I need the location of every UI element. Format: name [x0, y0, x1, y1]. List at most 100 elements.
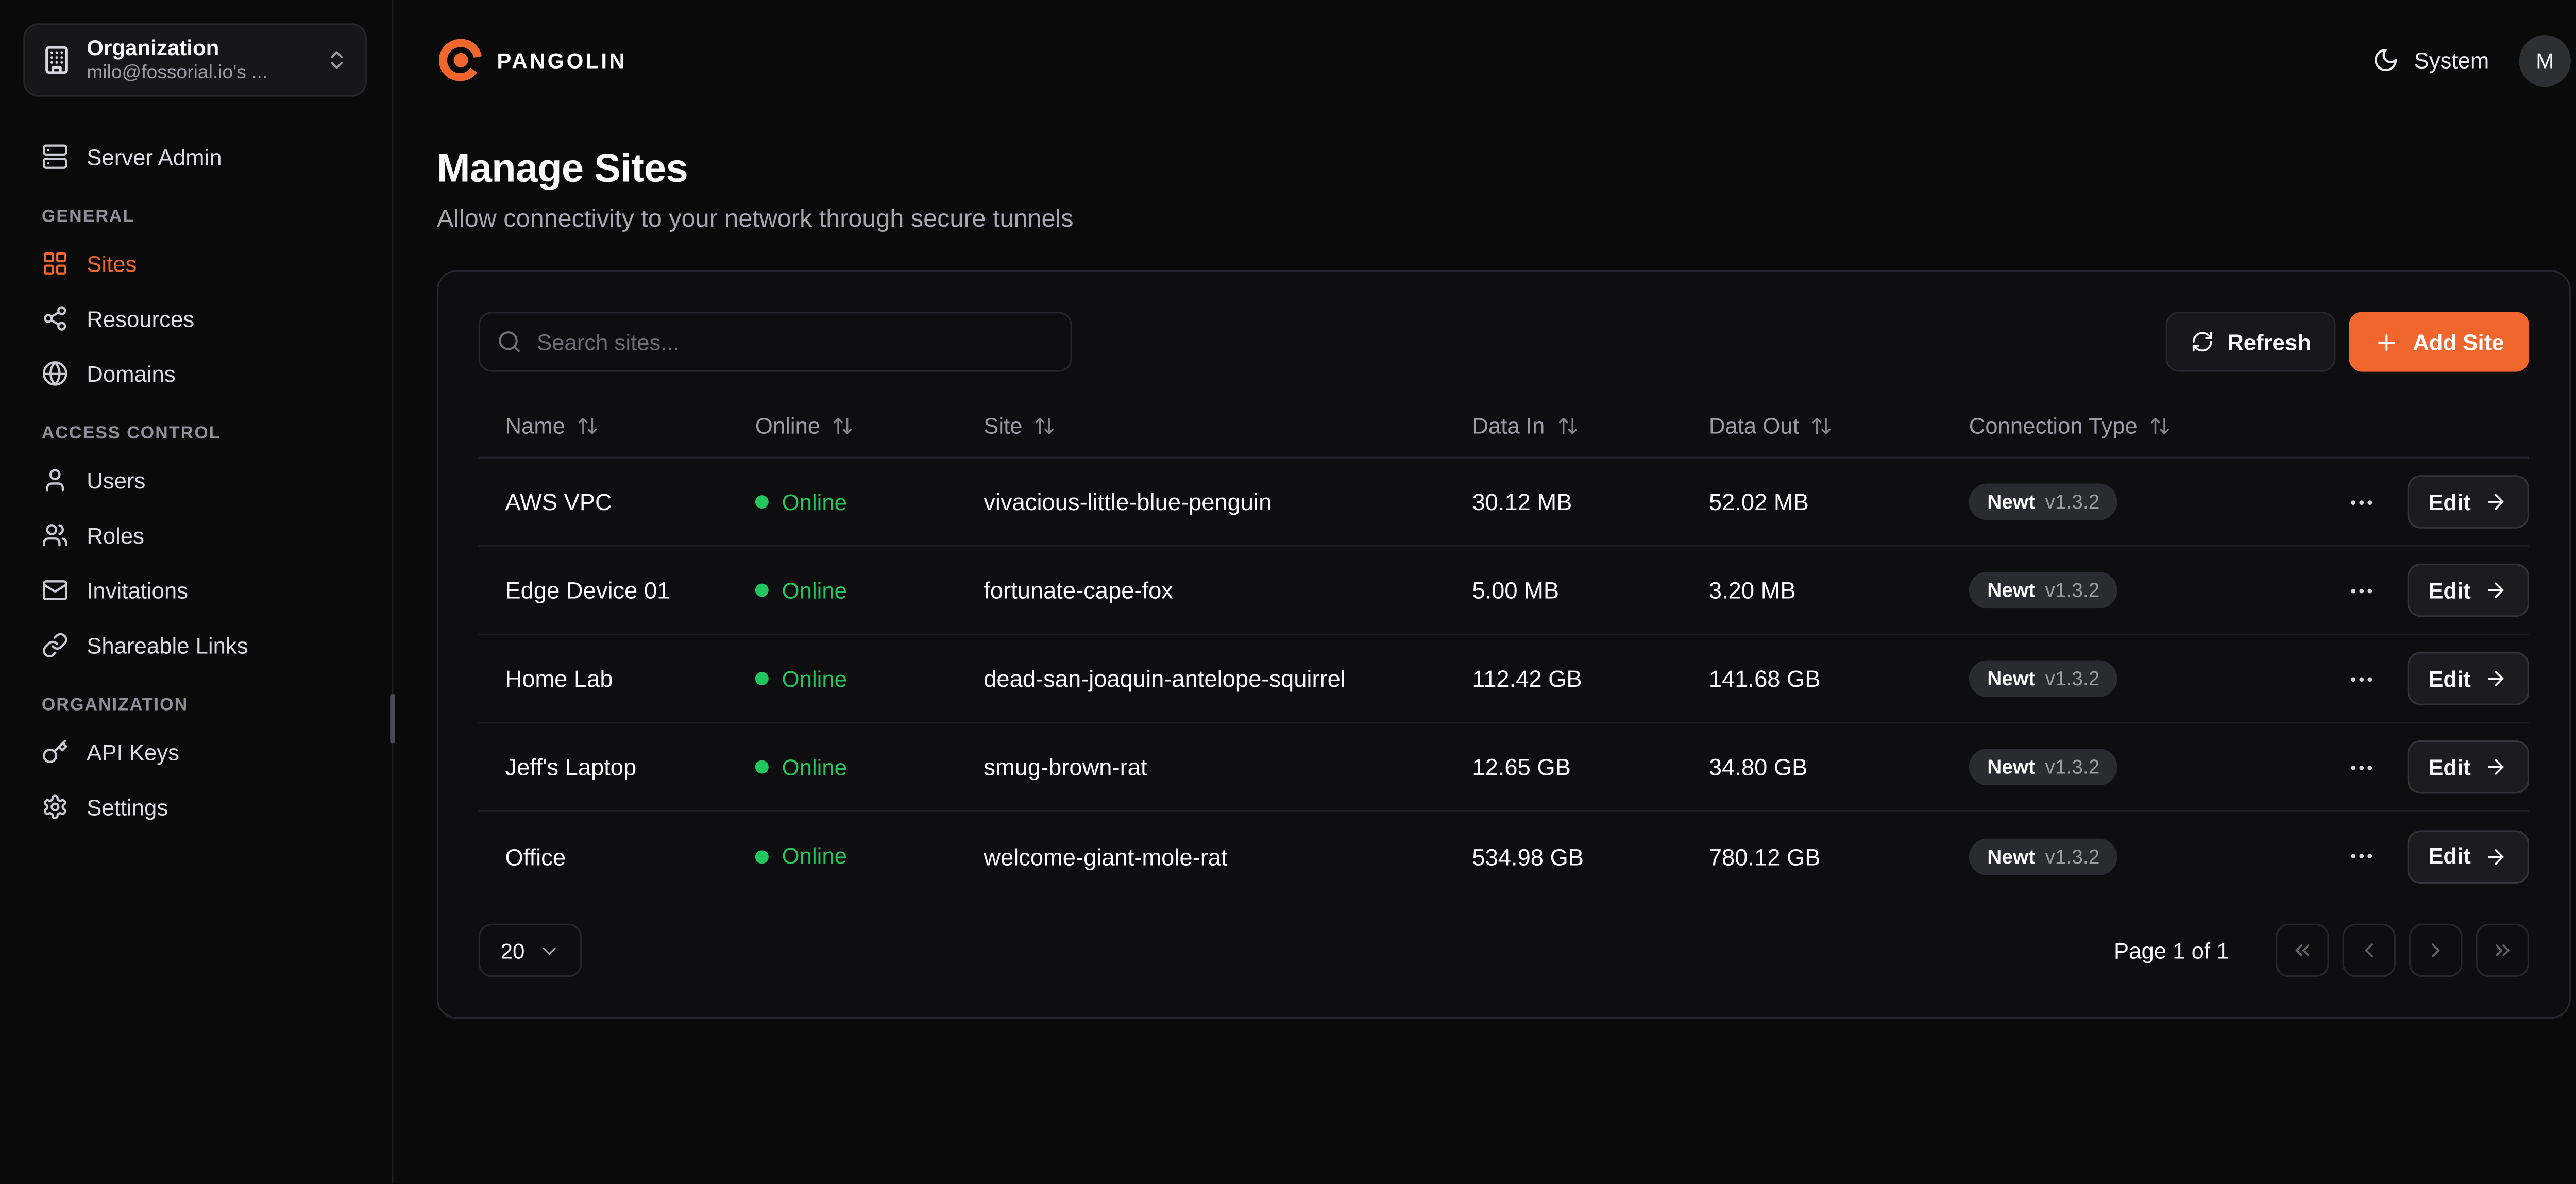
sidebar-item-server-admin[interactable]: Server Admin — [23, 133, 368, 180]
moon-icon — [2372, 47, 2399, 74]
sidebar-item-label: Roles — [87, 522, 144, 548]
sidebar-item-label: Domains — [87, 361, 175, 386]
chevron-down-icon — [538, 939, 560, 961]
refresh-icon — [2191, 330, 2214, 353]
online-dot-icon — [755, 495, 769, 509]
column-header-data-out[interactable]: Data Out — [1682, 414, 1942, 439]
column-header-online[interactable]: Online — [728, 414, 957, 439]
section-title-organization: ORGANIZATION — [42, 695, 350, 715]
site-status: Online — [728, 666, 957, 691]
sidebar-item-shareable-links[interactable]: Shareable Links — [23, 622, 368, 669]
connection-type-badge: Newt v1.3.2 — [1969, 660, 2118, 697]
site-data-in: 112.42 GB — [1446, 665, 1683, 692]
row-more-actions-button[interactable] — [2340, 481, 2382, 523]
site-data-in: 5.00 MB — [1446, 577, 1683, 604]
section-title-access-control: ACCESS CONTROL — [42, 424, 350, 444]
edit-button[interactable]: Edit — [2406, 740, 2529, 794]
sidebar-item-users[interactable]: Users — [23, 457, 368, 504]
sidebar-item-resources[interactable]: Resources — [23, 295, 368, 342]
sidebar-item-label: Invitations — [87, 578, 188, 603]
search-input[interactable] — [479, 312, 1072, 371]
status-label: Online — [782, 666, 847, 691]
site-tunnel-name: fortunate-cape-fox — [957, 577, 1445, 604]
edit-button[interactable]: Edit — [2406, 652, 2529, 705]
last-page-button[interactable] — [2476, 924, 2529, 977]
page-size-select[interactable]: 20 — [479, 924, 582, 977]
edit-label: Edit — [2428, 489, 2471, 515]
chevrons-right-icon — [2491, 939, 2514, 962]
organization-icon — [42, 45, 72, 75]
site-data-in: 30.12 MB — [1446, 488, 1683, 515]
site-connection-cell: Newt v1.3.2 — [1942, 660, 2276, 697]
edit-button[interactable]: Edit — [2406, 564, 2529, 617]
sidebar-item-label: Users — [87, 468, 145, 493]
arrow-right-icon — [2484, 755, 2507, 779]
site-status: Online — [728, 843, 957, 869]
row-actions: Edit — [2276, 475, 2529, 529]
sidebar-item-sites[interactable]: Sites — [23, 240, 368, 287]
next-page-button[interactable] — [2409, 924, 2463, 977]
topbar: PANGOLIN System M — [394, 0, 2576, 120]
row-more-actions-button[interactable] — [2340, 746, 2382, 788]
arrow-right-icon — [2484, 667, 2507, 690]
sidebar-item-settings[interactable]: Settings — [23, 784, 368, 831]
row-more-actions-button[interactable] — [2340, 569, 2382, 611]
edit-button[interactable]: Edit — [2406, 475, 2529, 529]
sidebar-item-label: Shareable Links — [87, 633, 248, 658]
connection-type-version: v1.3.2 — [2045, 667, 2100, 690]
sidebar-resize-handle[interactable] — [390, 694, 395, 743]
site-name: AWS VPC — [479, 488, 728, 515]
table-row: Jeff's Laptop Online smug-brown-rat 12.6… — [479, 723, 2529, 812]
connection-type-badge: Newt v1.3.2 — [1969, 572, 2118, 608]
column-label: Connection Type — [1969, 414, 2138, 439]
page-info: Page 1 of 1 — [2114, 938, 2229, 963]
ellipsis-icon — [2347, 576, 2375, 604]
table-row: AWS VPC Online vivacious-little-blue-pen… — [479, 459, 2529, 547]
connection-type-name: Newt — [1987, 579, 2035, 602]
first-page-button[interactable] — [2276, 924, 2329, 977]
refresh-button[interactable]: Refresh — [2165, 312, 2336, 371]
column-label: Data In — [1472, 414, 1545, 439]
row-actions: Edit — [2276, 564, 2529, 617]
globe-icon — [42, 360, 69, 387]
sidebar-item-domains[interactable]: Domains — [23, 350, 368, 397]
avatar[interactable]: M — [2519, 34, 2571, 86]
page-title: Manage Sites — [437, 147, 2571, 194]
column-label: Site — [984, 414, 1022, 439]
edit-label: Edit — [2428, 754, 2471, 780]
sidebar-item-roles[interactable]: Roles — [23, 512, 368, 559]
column-header-data-in[interactable]: Data In — [1446, 414, 1683, 439]
sites-card: Refresh Add Site Name — [437, 270, 2571, 1019]
resources-share-icon — [42, 305, 69, 332]
theme-toggle[interactable]: System — [2372, 47, 2489, 74]
table-toolbar: Refresh Add Site — [479, 312, 2529, 371]
chevron-left-icon — [2358, 939, 2381, 962]
org-selector-label: Organization — [87, 36, 310, 60]
sort-icon — [832, 415, 854, 437]
org-selector[interactable]: Organization milo@fossorial.io's ... — [23, 23, 367, 96]
row-more-actions-button[interactable] — [2340, 835, 2382, 877]
ellipsis-icon — [2347, 842, 2375, 870]
pangolin-logo-icon — [433, 35, 483, 85]
page-subtitle: Allow connectivity to your network throu… — [437, 205, 2571, 233]
prev-page-button[interactable] — [2343, 924, 2396, 977]
column-header-site[interactable]: Site — [957, 414, 1445, 439]
edit-button[interactable]: Edit — [2406, 830, 2529, 883]
add-site-button[interactable]: Add Site — [2349, 312, 2529, 371]
connection-type-name: Newt — [1987, 490, 2035, 513]
sidebar-item-label: Sites — [87, 251, 137, 276]
pagination-controls — [2276, 924, 2529, 977]
site-data-out: 780.12 GB — [1682, 843, 1942, 870]
site-tunnel-name: dead-san-joaquin-antelope-squirrel — [957, 665, 1445, 692]
row-actions: Edit — [2276, 740, 2529, 794]
ellipsis-icon — [2347, 488, 2375, 516]
online-dot-icon — [755, 850, 769, 863]
edit-label: Edit — [2428, 666, 2471, 691]
column-header-name[interactable]: Name — [479, 414, 728, 439]
row-more-actions-button[interactable] — [2340, 658, 2382, 700]
sidebar-item-api-keys[interactable]: API Keys — [23, 729, 368, 775]
sidebar-item-invitations[interactable]: Invitations — [23, 567, 368, 614]
column-header-connection-type[interactable]: Connection Type — [1942, 414, 2276, 439]
sort-icon — [1810, 415, 1832, 437]
connection-type-badge: Newt v1.3.2 — [1969, 483, 2118, 520]
